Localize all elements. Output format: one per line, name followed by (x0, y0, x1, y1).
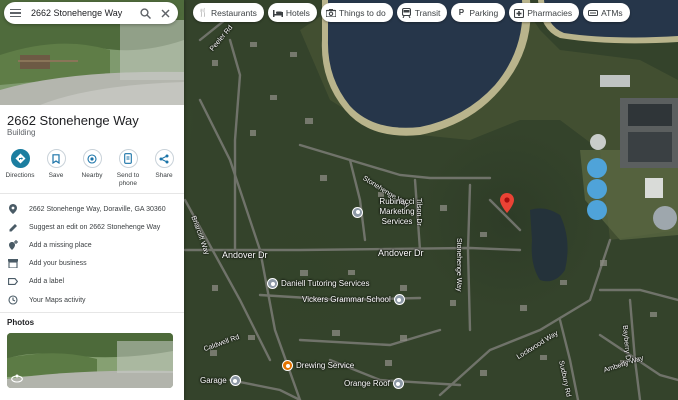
add-place-icon (8, 240, 18, 251)
chip-restaurants[interactable]: 🍴 Restaurants (193, 3, 264, 22)
detail-add-label[interactable]: Add a label (0, 273, 184, 291)
street-view-photo[interactable] (0, 0, 184, 105)
directions-icon (10, 149, 30, 168)
poi-label: Rubinacci Marketing Services (379, 197, 415, 226)
poi-marker[interactable]: Daniell Tutoring Services (267, 278, 369, 289)
chip-parking[interactable]: P Parking (451, 3, 506, 22)
detail-add-business[interactable]: Add your business (0, 255, 184, 273)
action-buttons: Directions Save Nearby Send to phone Sha… (3, 149, 181, 188)
parking-icon: P (458, 8, 465, 17)
service-icon (282, 360, 293, 371)
street-view-360-icon (11, 374, 23, 384)
chip-pharmacies[interactable]: Pharmacies (509, 3, 580, 22)
search-bar[interactable] (4, 2, 178, 24)
detail-text: Add your business (29, 260, 87, 268)
place-type: Building (7, 128, 36, 137)
poi-label: Garage (200, 376, 227, 385)
place-title: 2662 Stonehenge Way (7, 113, 139, 128)
divider (0, 193, 184, 194)
pharmacy-icon (514, 8, 525, 18)
chip-label: ATMs (601, 7, 623, 18)
detail-text: Add a missing place (29, 241, 92, 249)
search-icon[interactable] (138, 6, 152, 20)
atm-icon (588, 8, 599, 18)
detail-add-missing-place[interactable]: Add a missing place (0, 236, 184, 254)
detail-text: Your Maps activity (29, 296, 86, 304)
chip-label: Parking (469, 7, 499, 18)
chip-label: Pharmacies (527, 7, 573, 18)
photos-heading: Photos (7, 318, 35, 327)
pencil-icon (8, 222, 18, 232)
poi-marker[interactable]: Drewing Service (282, 360, 354, 371)
place-panel: 2662 Stonehenge Way Building Directions … (0, 0, 184, 400)
action-label: Send to phone (116, 172, 140, 187)
detail-maps-activity[interactable]: Your Maps activity (0, 291, 184, 309)
school-icon (393, 294, 405, 305)
poi-label: Vickers Grammar School (302, 295, 391, 304)
detail-text: 2662 Stonehenge Way, Doraville, GA 30360 (29, 205, 166, 213)
chip-hotels[interactable]: Hotels (267, 3, 317, 22)
business-icon (352, 206, 363, 218)
search-input[interactable] (31, 8, 132, 18)
storefront-icon (8, 259, 18, 269)
location-pin-icon (8, 204, 18, 215)
nearby-icon (82, 149, 102, 168)
hotel-icon (272, 8, 283, 18)
chip-label: Hotels (285, 7, 310, 18)
nearby-button[interactable]: Nearby (75, 149, 109, 188)
camera-icon (325, 8, 336, 18)
action-label: Share (155, 172, 173, 179)
poi-marker[interactable]: Orange Roof (344, 378, 404, 389)
restaurant-icon: 🍴 (198, 8, 208, 17)
poi-label: Orange Roof (344, 379, 390, 388)
divider (0, 312, 184, 313)
action-label: Nearby (81, 172, 103, 179)
place-photo[interactable] (7, 333, 173, 388)
close-icon[interactable] (158, 6, 172, 20)
street-label: Andover Dr (378, 248, 424, 258)
business-icon (392, 378, 404, 389)
action-label: Directions (5, 172, 35, 179)
phone-icon (118, 149, 138, 168)
bookmark-icon (46, 149, 66, 168)
street-label: Andover Dr (222, 250, 268, 260)
chip-transit[interactable]: Transit (396, 3, 448, 22)
action-label: Save (48, 172, 64, 179)
poi-marker[interactable]: Garage (200, 375, 241, 386)
poi-label: Daniell Tutoring Services (281, 279, 370, 288)
history-icon (8, 295, 18, 305)
poi-label: Drewing Service (296, 361, 355, 370)
chip-things-to-do[interactable]: Things to do (320, 3, 393, 22)
chip-label: Things to do (338, 7, 386, 18)
send-to-phone-button[interactable]: Send to phone (111, 149, 145, 188)
street-label: Stonehenge Way (455, 238, 462, 292)
chip-label: Restaurants (211, 7, 257, 18)
chip-atms[interactable]: ATMs (583, 3, 630, 22)
poi-marker[interactable]: Rubinacci Marketing Services (352, 197, 428, 227)
chip-label: Transit (414, 7, 441, 18)
directions-button[interactable]: Directions (3, 149, 37, 188)
menu-icon[interactable] (10, 8, 21, 18)
transit-icon (402, 7, 412, 18)
share-button[interactable]: Share (147, 149, 181, 188)
business-icon (229, 375, 241, 386)
school-icon (267, 278, 278, 289)
category-chips: 🍴 Restaurants Hotels Things to do Transi… (193, 3, 630, 22)
photo-image (7, 333, 173, 388)
location-pin-icon[interactable] (500, 193, 514, 213)
save-button[interactable]: Save (39, 149, 73, 188)
detail-text: Suggest an edit on 2662 Stonehenge Way (29, 223, 161, 231)
detail-address[interactable]: 2662 Stonehenge Way, Doraville, GA 30360 (0, 200, 184, 218)
label-icon (8, 277, 18, 287)
poi-marker[interactable]: Vickers Grammar School (302, 294, 405, 305)
place-details-list: 2662 Stonehenge Way, Doraville, GA 30360… (0, 200, 184, 309)
detail-suggest-edit[interactable]: Suggest an edit on 2662 Stonehenge Way (0, 218, 184, 236)
share-icon (154, 149, 174, 168)
detail-text: Add a label (29, 278, 65, 286)
